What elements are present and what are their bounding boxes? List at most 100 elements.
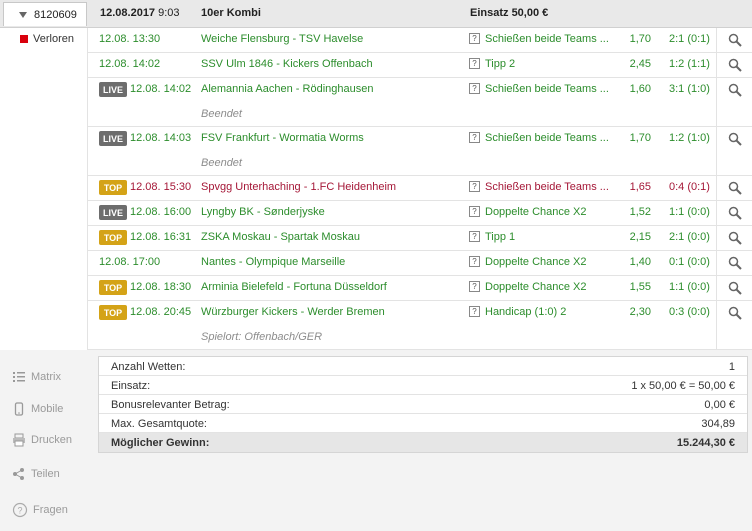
event-time: 12.08. 16:31 — [130, 231, 192, 243]
selection-row: 12.08. 14:02 SSV Ulm 1846 - Kickers Offen… — [88, 53, 752, 78]
event-match[interactable]: Lyngby BK - Sønderjyske — [201, 206, 325, 218]
help-icon[interactable]: ? — [469, 181, 480, 192]
event-result: 2:1 (0:0) — [669, 231, 710, 243]
questions-label: Fragen — [33, 504, 68, 516]
questions-button[interactable]: ? Fragen — [12, 502, 68, 518]
event-match[interactable]: Spvgg Unterhaching - 1.FC Heidenheim — [201, 181, 396, 193]
magnifier-icon — [728, 281, 742, 295]
bet-odds: 1,60 — [629, 83, 651, 95]
help-icon[interactable]: ? — [469, 256, 480, 267]
status-column: Verloren — [0, 28, 88, 350]
printer-icon — [13, 433, 25, 447]
details-button[interactable] — [716, 201, 752, 225]
event-match[interactable]: ZSKA Moskau - Spartak Moskau — [201, 231, 360, 243]
event-match[interactable]: SSV Ulm 1846 - Kickers Offenbach — [201, 58, 373, 70]
bet-market: Schießen beide Teams ... — [485, 181, 609, 193]
summary-label: Möglicher Gewinn: — [111, 437, 210, 449]
bet-type: 10er Kombi — [201, 7, 261, 19]
details-button[interactable] — [716, 28, 752, 52]
share-icon — [13, 468, 24, 480]
help-icon[interactable]: ? — [469, 281, 480, 292]
summary-value: 15.244,30 € — [676, 437, 735, 449]
help-icon[interactable]: ? — [469, 58, 480, 69]
top-badge: TOP — [99, 230, 127, 245]
help-icon[interactable]: ? — [469, 231, 480, 242]
event-time: 12.08. 14:03 — [130, 132, 192, 144]
bet-datetime: 12.08.2017 9:03 — [100, 7, 180, 19]
print-button[interactable]: Drucken — [12, 433, 72, 447]
details-button[interactable] — [716, 53, 752, 77]
bet-odds: 1,40 — [629, 256, 651, 268]
event-note: Spielort: Offenbach/GER — [201, 331, 323, 343]
help-icon[interactable]: ? — [469, 33, 480, 44]
event-match[interactable]: Arminia Bielefeld - Fortuna Düsseldorf — [201, 281, 387, 293]
share-button[interactable]: Teilen — [12, 467, 60, 481]
summary-row-bets: Anzahl Wetten: 1 — [99, 357, 747, 376]
bet-market: Handicap (1:0) 2 — [485, 306, 567, 318]
details-button[interactable] — [716, 251, 752, 275]
summary-label: Anzahl Wetten: — [111, 361, 186, 373]
live-badge: LIVE — [99, 205, 127, 220]
selection-row: TOP 12.08. 15:30 Spvgg Unterhaching - 1.FC… — [88, 176, 752, 201]
share-label: Teilen — [31, 468, 60, 480]
event-time: 12.08. 14:02 — [130, 83, 192, 95]
matrix-button[interactable]: Matrix — [12, 370, 61, 384]
selection-row: 12.08. 17:00 Nantes - Olympique Marseille… — [88, 251, 752, 276]
bet-id-tab[interactable]: 8120609 — [3, 2, 87, 26]
event-match[interactable]: Weiche Flensburg - TSV Havelse — [201, 33, 363, 45]
selection-row: LIVE 12.08. 14:02 Alemannia Aachen - Rödin… — [88, 78, 752, 127]
selection-row: TOP 12.08. 16:31 ZSKA Moskau - Spartak Mos… — [88, 226, 752, 251]
bet-market: Schießen beide Teams ... — [485, 33, 609, 45]
mobile-label: Mobile — [31, 403, 64, 415]
details-button[interactable] — [716, 226, 752, 250]
summary-value: 304,89 — [701, 418, 735, 430]
event-result: 2:1 (0:1) — [669, 33, 710, 45]
top-badge: TOP — [99, 180, 127, 195]
magnifier-icon — [728, 132, 742, 146]
bet-header: 8120609 12.08.2017 9:03 10er Kombi Einsa… — [0, 0, 752, 28]
details-button[interactable] — [716, 276, 752, 300]
event-match[interactable]: Nantes - Olympique Marseille — [201, 256, 345, 268]
selection-row: TOP 12.08. 18:30 Arminia Bielefeld - Fortu… — [88, 276, 752, 301]
selection-row: TOP 12.08. 20:45 Würzburger Kickers - Werd… — [88, 301, 752, 350]
event-result: 1:2 (1:0) — [669, 132, 710, 144]
bet-odds: 1,70 — [629, 132, 651, 144]
event-match[interactable]: Alemannia Aachen - Rödinghausen — [201, 83, 373, 95]
summary-value: 1 x 50,00 € = 50,00 € — [631, 380, 735, 392]
bet-odds: 1,55 — [629, 281, 651, 293]
bet-market: Doppelte Chance X2 — [485, 281, 587, 293]
mobile-button[interactable]: Mobile — [12, 402, 63, 416]
live-badge: LIVE — [99, 131, 127, 146]
help-icon[interactable]: ? — [469, 83, 480, 94]
event-note: Beendet — [201, 108, 242, 120]
bet-id: 8120609 — [34, 8, 77, 21]
event-match[interactable]: FSV Frankfurt - Wormatia Worms — [201, 132, 364, 144]
summary-label: Bonusrelevanter Betrag: — [111, 399, 230, 411]
help-icon[interactable]: ? — [469, 306, 480, 317]
help-icon[interactable]: ? — [469, 132, 480, 143]
bet-odds: 2,45 — [629, 58, 651, 70]
event-match[interactable]: Würzburger Kickers - Werder Bremen — [201, 306, 385, 318]
event-time: 12.08. 18:30 — [130, 281, 192, 293]
details-button[interactable] — [716, 127, 752, 175]
details-button[interactable] — [716, 301, 752, 349]
summary-row-possible-win: Möglicher Gewinn: 15.244,30 € — [99, 433, 747, 452]
magnifier-icon — [728, 33, 742, 47]
event-result: 0:3 (0:0) — [669, 306, 710, 318]
status-label: Verloren — [33, 33, 74, 45]
magnifier-icon — [728, 58, 742, 72]
top-badge: TOP — [99, 305, 127, 320]
summary-row-bonus: Bonusrelevanter Betrag: 0,00 € — [99, 395, 747, 414]
event-result: 1:2 (1:1) — [669, 58, 710, 70]
selection-row: 12.08. 13:30 Weiche Flensburg - TSV Havel… — [88, 28, 752, 53]
event-result: 1:1 (0:0) — [669, 281, 710, 293]
selection-row: LIVE 12.08. 14:03 FSV Frankfurt - Wormatia… — [88, 127, 752, 176]
details-button[interactable] — [716, 176, 752, 200]
print-label: Drucken — [31, 434, 72, 446]
bet-market: Schießen beide Teams ... — [485, 132, 609, 144]
help-icon[interactable]: ? — [469, 206, 480, 217]
event-result: 0:1 (0:0) — [669, 256, 710, 268]
details-button[interactable] — [716, 78, 752, 126]
summary-label: Max. Gesamtquote: — [111, 418, 207, 430]
status-indicator-icon — [20, 35, 28, 43]
